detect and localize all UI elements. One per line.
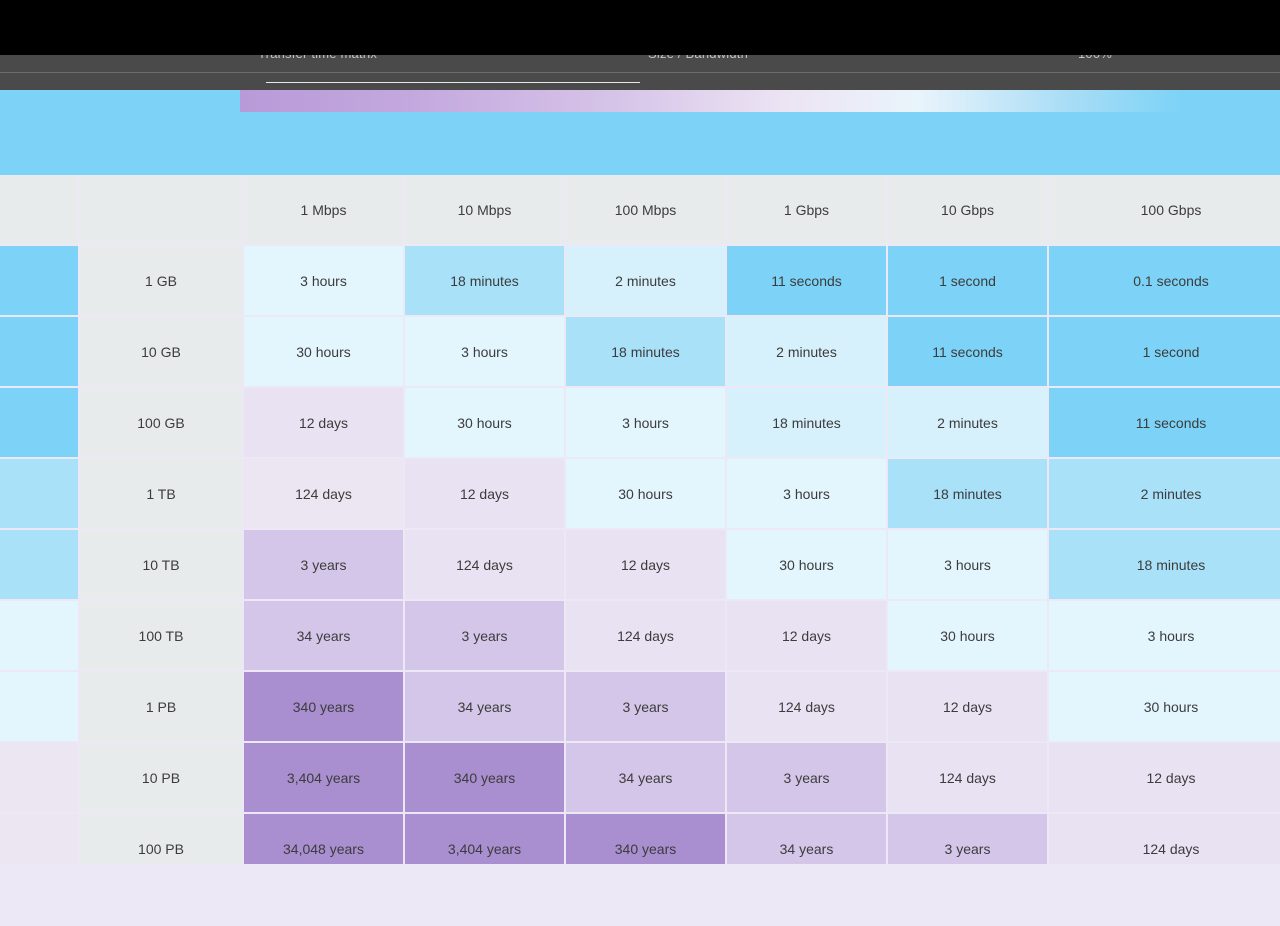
column-header[interactable]: 100 Mbps: [566, 175, 725, 244]
matrix-table-container[interactable]: 1 Mbps 10 Mbps 100 Mbps 1 Gbps 10 Gbps 1…: [0, 175, 1280, 885]
row-color-strip: [0, 388, 78, 457]
table-row: 10 GB 30 hours 3 hours 18 minutes 2 minutes 1…: [0, 317, 1280, 386]
matrix-cell[interactable]: 3 hours: [566, 388, 725, 457]
row-color-strip: [0, 246, 78, 315]
row-label[interactable]: 10 TB: [80, 530, 242, 599]
row-label[interactable]: 10 PB: [80, 743, 242, 812]
matrix-cell[interactable]: 34 years: [405, 672, 564, 741]
row-color-strip: [0, 743, 78, 812]
row-color-strip: [0, 672, 78, 741]
table-row: 10 TB 3 years 124 days 12 days 30 hours 3 hou…: [0, 530, 1280, 599]
table-row: 1 PB 340 years 34 years 3 years 124 days 12 d…: [0, 672, 1280, 741]
matrix-cell[interactable]: 34 years: [566, 743, 725, 812]
matrix-cell[interactable]: 11 seconds: [727, 246, 886, 315]
matrix-cell[interactable]: 124 days: [405, 530, 564, 599]
row-label[interactable]: 100 TB: [80, 601, 242, 670]
row-label[interactable]: 10 GB: [80, 317, 242, 386]
matrix-cell[interactable]: 11 seconds: [888, 317, 1047, 386]
window-toolbar[interactable]: Transfer time matrix Size / Bandwidth 100%: [0, 55, 1280, 90]
column-header[interactable]: 100 Gbps: [1049, 175, 1280, 244]
matrix-cell[interactable]: 30 hours: [727, 530, 886, 599]
toolbar-label-0[interactable]: Transfer time matrix: [258, 55, 640, 61]
table-row: 1 GB 3 hours 18 minutes 2 minutes 11 seconds…: [0, 246, 1280, 315]
matrix-cell[interactable]: 11 seconds: [1049, 388, 1280, 457]
column-header[interactable]: 1 Gbps: [727, 175, 886, 244]
row-color-strip: [0, 530, 78, 599]
matrix-cell[interactable]: 124 days: [244, 459, 403, 528]
matrix-cell[interactable]: 124 days: [727, 672, 886, 741]
gradient-legend-bar: [240, 90, 1180, 112]
matrix-cell[interactable]: 12 days: [727, 601, 886, 670]
toolbar-divider: [0, 72, 1280, 73]
matrix-cell[interactable]: 18 minutes: [405, 246, 564, 315]
matrix-cell[interactable]: 12 days: [566, 530, 725, 599]
matrix-cell[interactable]: 12 days: [244, 388, 403, 457]
matrix-cell[interactable]: 30 hours: [1049, 672, 1280, 741]
matrix-cell[interactable]: 18 minutes: [1049, 530, 1280, 599]
matrix-cell[interactable]: 18 minutes: [566, 317, 725, 386]
header-strip-cell: [0, 175, 78, 244]
matrix-cell[interactable]: 3 years: [566, 672, 725, 741]
header-corner-cell: [80, 175, 242, 244]
toolbar-label-1[interactable]: Size / Bandwidth: [648, 55, 808, 61]
matrix-cell[interactable]: 30 hours: [405, 388, 564, 457]
table-row: 1 TB 124 days 12 days 30 hours 3 hours 18 min…: [0, 459, 1280, 528]
column-header[interactable]: 1 Mbps: [244, 175, 403, 244]
matrix-cell[interactable]: 3 hours: [244, 246, 403, 315]
row-label[interactable]: 100 GB: [80, 388, 242, 457]
table-row: 100 GB 12 days 30 hours 3 hours 18 minutes 2 …: [0, 388, 1280, 457]
matrix-cell[interactable]: 18 minutes: [727, 388, 886, 457]
column-header[interactable]: 10 Mbps: [405, 175, 564, 244]
transfer-time-matrix: 1 Mbps 10 Mbps 100 Mbps 1 Gbps 10 Gbps 1…: [0, 175, 1280, 885]
toolbar-label-2[interactable]: 100%: [1078, 55, 1190, 61]
matrix-cell[interactable]: 3 hours: [1049, 601, 1280, 670]
row-label[interactable]: 1 TB: [80, 459, 242, 528]
row-color-strip: [0, 317, 78, 386]
app-root: Transfer time matrix Size / Bandwidth 100%…: [0, 0, 1280, 926]
matrix-cell[interactable]: 18 minutes: [888, 459, 1047, 528]
toolbar-clip: Transfer time matrix Size / Bandwidth 100%: [0, 55, 1280, 90]
matrix-cell[interactable]: 124 days: [888, 743, 1047, 812]
matrix-cell[interactable]: 1 second: [1049, 317, 1280, 386]
matrix-cell[interactable]: 3,404 years: [244, 743, 403, 812]
matrix-cell[interactable]: 30 hours: [244, 317, 403, 386]
table-row: 100 TB 34 years 3 years 124 days 12 days 30 h…: [0, 601, 1280, 670]
matrix-cell[interactable]: 3 hours: [405, 317, 564, 386]
matrix-cell[interactable]: 3 years: [405, 601, 564, 670]
matrix-cell[interactable]: 30 hours: [888, 601, 1047, 670]
screen-top-black-area: [0, 0, 1280, 55]
matrix-cell[interactable]: 2 minutes: [727, 317, 886, 386]
row-label[interactable]: 1 GB: [80, 246, 242, 315]
matrix-cell[interactable]: 3 hours: [727, 459, 886, 528]
table-row: 10 PB 3,404 years 340 years 34 years 3 years…: [0, 743, 1280, 812]
toolbar-underline: [266, 82, 640, 83]
matrix-cell[interactable]: 34 years: [244, 601, 403, 670]
matrix-cell[interactable]: 2 minutes: [1049, 459, 1280, 528]
matrix-cell[interactable]: 3 hours: [888, 530, 1047, 599]
row-color-strip: [0, 601, 78, 670]
matrix-body: 1 GB 3 hours 18 minutes 2 minutes 11 seconds…: [0, 246, 1280, 883]
matrix-cell[interactable]: 340 years: [244, 672, 403, 741]
column-header[interactable]: 10 Gbps: [888, 175, 1047, 244]
matrix-cell[interactable]: 30 hours: [566, 459, 725, 528]
matrix-cell[interactable]: 12 days: [1049, 743, 1280, 812]
matrix-cell[interactable]: 2 minutes: [888, 388, 1047, 457]
matrix-cell[interactable]: 340 years: [405, 743, 564, 812]
matrix-cell[interactable]: 0.1 seconds: [1049, 246, 1280, 315]
matrix-cell[interactable]: 12 days: [888, 672, 1047, 741]
matrix-cell[interactable]: 2 minutes: [566, 246, 725, 315]
matrix-cell[interactable]: 3 years: [727, 743, 886, 812]
page-background-footer: [0, 864, 1280, 926]
matrix-cell[interactable]: 1 second: [888, 246, 1047, 315]
row-color-strip: [0, 459, 78, 528]
matrix-cell[interactable]: 12 days: [405, 459, 564, 528]
matrix-cell[interactable]: 124 days: [566, 601, 725, 670]
matrix-header: 1 Mbps 10 Mbps 100 Mbps 1 Gbps 10 Gbps 1…: [0, 175, 1280, 244]
header-row: 1 Mbps 10 Mbps 100 Mbps 1 Gbps 10 Gbps 1…: [0, 175, 1280, 244]
row-label[interactable]: 1 PB: [80, 672, 242, 741]
matrix-cell[interactable]: 3 years: [244, 530, 403, 599]
